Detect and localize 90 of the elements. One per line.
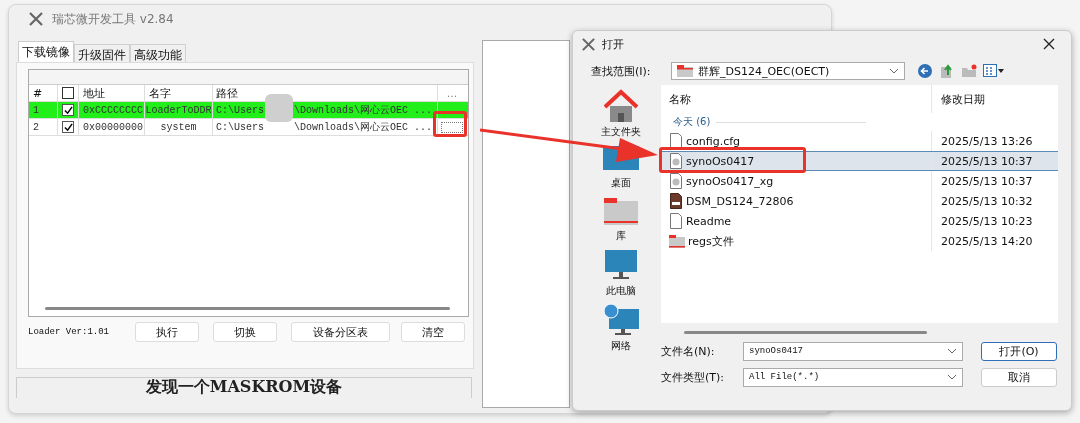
view-menu-icon[interactable] xyxy=(983,63,1005,79)
file-date: 2025/5/13 10:32 xyxy=(941,194,1033,208)
open-button[interactable]: 打开(O) xyxy=(981,341,1057,361)
place-label: 桌面 xyxy=(611,176,631,190)
place-label: 主文件夹 xyxy=(601,125,641,139)
chevron-down-icon[interactable] xyxy=(947,348,957,354)
new-folder-icon[interactable] xyxy=(961,63,977,79)
file-row[interactable]: Readme 2025/5/13 10:23 xyxy=(661,211,1058,231)
place-label: 此电脑 xyxy=(606,284,636,298)
action-button[interactable]: 切换 xyxy=(213,322,277,342)
scrollbar[interactable] xyxy=(684,331,927,334)
table-row[interactable]: 1 0xCCCCCCCC LoaderToDDR C:\Users \Downloads\网心云OEC ... xyxy=(29,102,468,119)
file-date: 2025/5/13 10:37 xyxy=(941,154,1033,168)
package-file-icon xyxy=(669,193,683,209)
file-row[interactable]: synoOs0417 2025/5/13 10:37 xyxy=(661,151,1058,171)
tab[interactable]: 高级功能 xyxy=(130,44,186,62)
table-cell: \Downloads\网心云OEC ... xyxy=(294,103,433,117)
loader-version: Loader Ver:1.01 xyxy=(28,327,110,337)
highlight-frame xyxy=(433,111,467,137)
column-header[interactable]: 名称 xyxy=(669,91,691,107)
folder-icon xyxy=(669,234,685,248)
cancel-button[interactable]: 取消 xyxy=(981,367,1057,387)
checkbox[interactable] xyxy=(62,121,74,133)
file-name: synoOs0417_xg xyxy=(686,174,774,188)
close-icon[interactable] xyxy=(1043,38,1055,50)
folder-icon xyxy=(677,65,693,77)
file-type-label: 文件类型(T): xyxy=(661,369,725,385)
look-in-label: 查找范围(I): xyxy=(591,63,652,79)
file-row[interactable]: DSM_DS124_72806 2025/5/13 10:32 xyxy=(661,191,1058,211)
table-cell: system xyxy=(160,121,197,133)
table-cell: C:\Users xyxy=(216,121,264,133)
table-row[interactable]: 2 0x00000000 system C:\Users \Downloads\网心云OEC ... xyxy=(29,119,468,136)
action-button[interactable]: 设备分区表 xyxy=(291,322,390,342)
file-name: config.cfg xyxy=(686,134,741,148)
column-header: 名字 xyxy=(149,85,171,101)
scrollbar[interactable] xyxy=(45,307,450,310)
table-cell: 0xCCCCCCCC xyxy=(83,104,143,116)
browse-button[interactable] xyxy=(441,121,463,133)
disc-file-icon xyxy=(669,173,683,189)
back-icon[interactable] xyxy=(917,63,933,79)
up-folder-icon[interactable] xyxy=(939,63,955,79)
tab[interactable]: 升级固件 xyxy=(74,44,130,62)
column-header[interactable]: 修改日期 xyxy=(941,91,985,107)
table-cell: 2 xyxy=(33,121,39,133)
action-button[interactable]: 清空 xyxy=(401,322,465,342)
tools-icon xyxy=(581,36,596,52)
table-cell: \Downloads\网心云OEC ... xyxy=(294,120,433,134)
document-icon xyxy=(669,213,683,229)
document-icon xyxy=(669,133,683,149)
group-header: 今天 (6) xyxy=(673,115,711,129)
file-name: synoOs0417 xyxy=(686,154,755,168)
action-button[interactable]: 执行 xyxy=(135,322,199,342)
file-date: 2025/5/13 13:26 xyxy=(941,134,1033,148)
chevron-down-icon[interactable] xyxy=(947,374,957,380)
file-date: 2025/5/13 10:23 xyxy=(941,214,1033,228)
file-name: Readme xyxy=(686,214,732,228)
file-row[interactable]: regs文件 2025/5/13 14:20 xyxy=(661,231,1058,251)
file-row[interactable]: synoOs0417_xg 2025/5/13 10:37 xyxy=(661,171,1058,191)
place-label: 网络 xyxy=(611,339,631,353)
file-name-label: 文件名(N): xyxy=(661,343,716,359)
tools-icon xyxy=(28,11,44,27)
file-name: regs文件 xyxy=(688,233,734,249)
table-cell: LoaderToDDR xyxy=(145,104,212,116)
status-text: 发现一个MASKROM设备 xyxy=(145,377,343,398)
file-name-field[interactable]: synoOs0417 xyxy=(743,341,963,361)
column-header: # xyxy=(33,86,43,100)
checkbox[interactable] xyxy=(62,104,74,116)
place-item[interactable]: 库 xyxy=(601,195,641,243)
file-name: DSM_DS124_72806 xyxy=(686,194,794,208)
disc-file-icon xyxy=(669,153,683,169)
file-date: 2025/5/13 14:20 xyxy=(941,234,1033,248)
place-item[interactable]: 网络 xyxy=(601,303,641,353)
place-label: 库 xyxy=(616,229,626,243)
checkbox[interactable] xyxy=(62,87,74,99)
place-item[interactable]: 此电脑 xyxy=(601,248,641,298)
column-header: 路径 xyxy=(216,85,238,101)
file-type-dropdown[interactable]: All File(*.*) xyxy=(743,367,963,387)
table-cell: C:\Users xyxy=(216,104,264,116)
window-title: 瑞芯微开发工具 v2.84 xyxy=(52,10,174,28)
column-header: 地址 xyxy=(83,85,105,101)
tab[interactable]: 下载镜像 xyxy=(18,41,74,62)
chevron-down-icon[interactable] xyxy=(889,68,899,74)
look-in-dropdown[interactable]: 群辉_DS124_OEC(OECT) xyxy=(671,62,905,80)
table-cell: 1 xyxy=(33,104,39,116)
table-cell: 0x00000000 xyxy=(83,121,143,133)
dialog-title: 打开 xyxy=(602,36,624,52)
file-date: 2025/5/13 10:37 xyxy=(941,174,1033,188)
redaction-blur xyxy=(265,94,293,122)
place-item[interactable]: 主文件夹 xyxy=(601,89,641,139)
column-header: ... xyxy=(446,86,458,100)
